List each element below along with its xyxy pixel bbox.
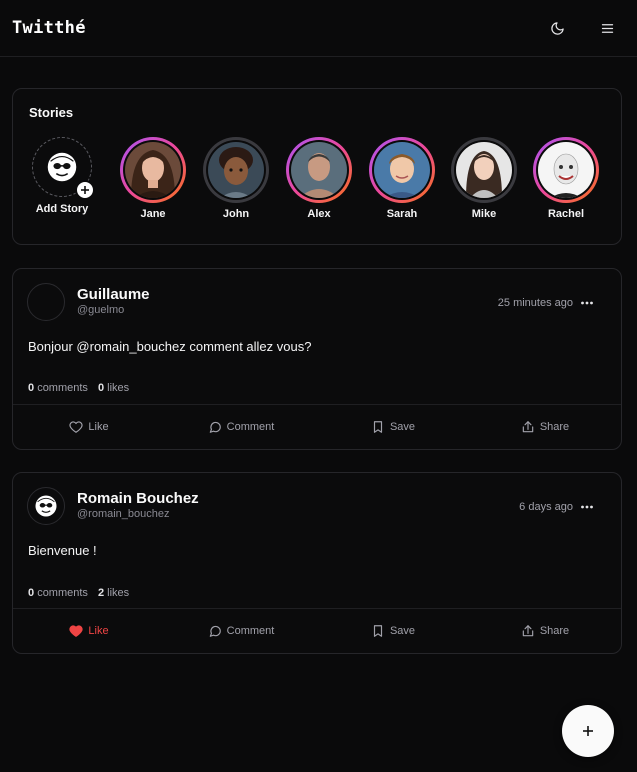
post-actions: Like Comment Save Share (13, 609, 621, 653)
post-stats: 0 comments 0 likes (28, 382, 129, 394)
app-logo[interactable]: Twitthé (12, 18, 86, 38)
post-card: Romain Bouchez @romain_bouchez 6 days ag… (12, 472, 622, 654)
like-button[interactable]: Like (13, 405, 165, 449)
story-rachel[interactable]: Rachel (531, 137, 601, 220)
bookmark-icon (373, 421, 383, 433)
post-author-name[interactable]: Romain Bouchez (77, 490, 199, 507)
add-story-label: Add Story (35, 203, 89, 215)
story-jane[interactable]: Jane (118, 137, 188, 220)
comment-icon (209, 421, 221, 433)
post-author-name[interactable]: Guillaume (77, 286, 150, 303)
comments-count[interactable]: 0 comments (28, 382, 88, 394)
post-timestamp: 6 days ago (519, 501, 573, 513)
share-icon (522, 625, 534, 637)
post-author-handle[interactable]: @romain_bouchez (77, 508, 199, 520)
avatar[interactable] (27, 487, 65, 525)
theme-toggle-button[interactable] (545, 16, 569, 40)
default-avatar-icon (47, 152, 77, 182)
heart-icon (69, 625, 84, 637)
new-post-button[interactable] (562, 705, 614, 757)
avatar[interactable] (27, 283, 65, 321)
comment-label: Comment (226, 625, 275, 637)
share-button[interactable]: Share (469, 609, 621, 653)
like-label: Like (88, 625, 109, 637)
story-label-alex: Alex (307, 208, 331, 220)
story-label-mike: Mike (471, 208, 497, 220)
share-icon (522, 421, 534, 433)
post-text: Bienvenue ! (28, 543, 97, 558)
stories-strip[interactable]: Add Story Jane John Alex Sarah Mike Rach… (27, 137, 607, 227)
likes-count[interactable]: 2 likes (98, 587, 129, 599)
story-mike[interactable]: Mike (449, 137, 519, 220)
post-more-button[interactable] (575, 495, 599, 519)
menu-icon (601, 23, 613, 33)
add-story-plus-icon (75, 180, 95, 200)
comment-icon (209, 625, 221, 637)
post-actions: Like Comment Save Share (13, 405, 621, 449)
heart-icon (69, 421, 84, 433)
save-label: Save (389, 421, 416, 433)
story-avatar-john (208, 142, 264, 198)
moon-icon (550, 21, 564, 35)
story-sarah[interactable]: Sarah (367, 137, 437, 220)
like-button[interactable]: Like (13, 609, 165, 653)
story-label-rachel: Rachel (547, 208, 585, 220)
story-avatar-jane (125, 142, 181, 198)
share-label: Share (539, 421, 570, 433)
more-icon (581, 301, 593, 305)
story-avatar-alex (291, 142, 347, 198)
stories-title: Stories (29, 105, 74, 120)
comments-count[interactable]: 0 comments (28, 587, 88, 599)
plus-icon (583, 726, 593, 736)
add-story-circle (32, 137, 95, 200)
story-avatar-mike (456, 142, 512, 198)
stories-card: Stories Add Story Jane John Alex Sarah M… (12, 88, 622, 318)
bookmark-icon (373, 625, 383, 637)
post-more-button[interactable] (575, 291, 599, 315)
save-button[interactable]: Save (317, 609, 469, 653)
post-text: Bonjour @romain_bouchez comment allez vo… (28, 339, 312, 354)
more-icon (581, 505, 593, 509)
story-label-jane: Jane (140, 208, 166, 220)
story-avatar-sarah (374, 142, 430, 198)
story-label-sarah: Sarah (386, 208, 418, 220)
menu-button[interactable] (595, 16, 619, 40)
story-avatar-rachel (538, 142, 594, 198)
story-john[interactable]: John (201, 137, 271, 220)
comment-button[interactable]: Comment (165, 609, 317, 653)
save-label: Save (389, 625, 416, 637)
share-label: Share (539, 625, 570, 637)
share-button[interactable]: Share (469, 405, 621, 449)
comment-label: Comment (226, 421, 275, 433)
add-story-button[interactable]: Add Story (27, 137, 97, 215)
like-label: Like (88, 421, 109, 433)
post-card: Guillaume @guelmo 25 minutes ago Bonjour… (12, 268, 622, 450)
save-button[interactable]: Save (317, 405, 469, 449)
post-stats: 0 comments 2 likes (28, 587, 129, 599)
post-timestamp: 25 minutes ago (497, 297, 573, 309)
default-avatar-icon (35, 495, 57, 517)
likes-count[interactable]: 0 likes (98, 382, 129, 394)
top-bar: Twitthé (0, 0, 637, 57)
comment-button[interactable]: Comment (165, 405, 317, 449)
story-label-john: John (222, 208, 250, 220)
post-author-handle[interactable]: @guelmo (77, 304, 150, 316)
story-alex[interactable]: Alex (284, 137, 354, 220)
